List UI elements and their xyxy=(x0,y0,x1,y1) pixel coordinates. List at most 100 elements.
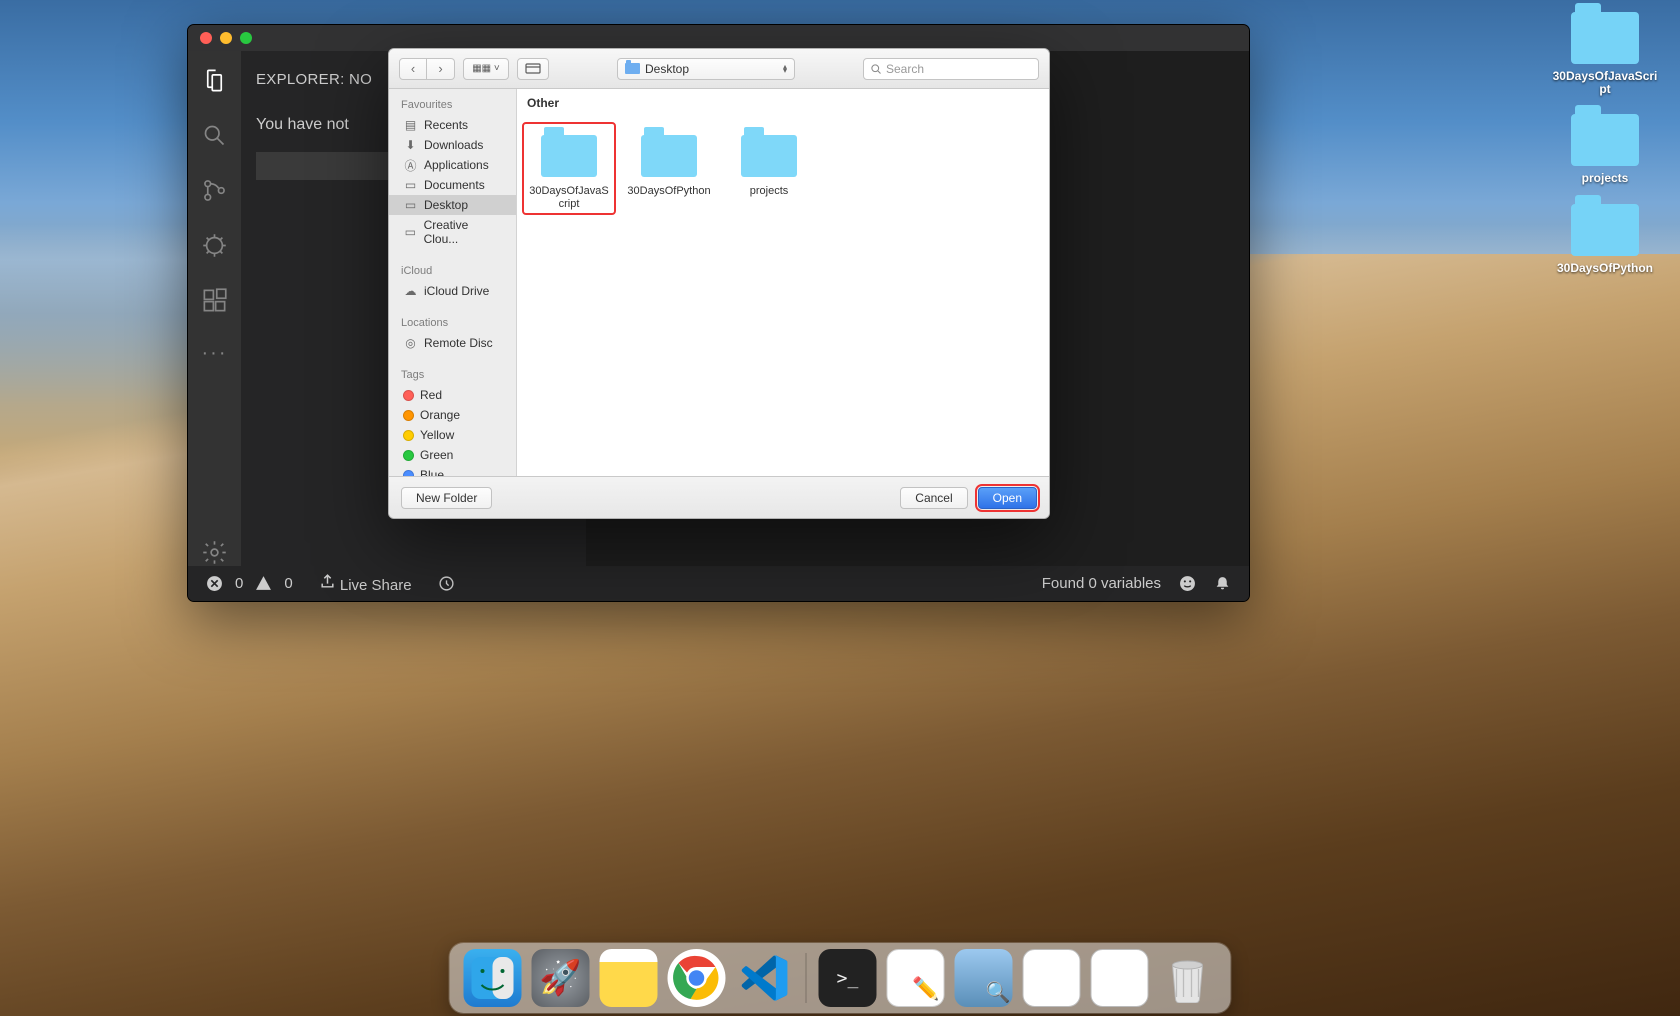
debug-icon[interactable] xyxy=(201,232,228,259)
finder-content: Other 30DaysOfJavaScript 30DaysOfPython … xyxy=(517,89,1049,476)
tag-green[interactable]: Green xyxy=(389,445,516,465)
share-icon xyxy=(319,573,336,590)
tag-blue[interactable]: Blue xyxy=(389,465,516,476)
location-selector[interactable]: Desktop ▴▾ xyxy=(617,58,795,80)
folder-projects[interactable]: projects xyxy=(723,123,815,202)
apps-icon: Ⓐ xyxy=(403,158,418,172)
sidebar-item-documents[interactable]: ▭Documents xyxy=(389,175,516,195)
sidebar-item-icloud-drive[interactable]: ☁iCloud Drive xyxy=(389,281,516,301)
activity-bar: ··· xyxy=(188,51,241,566)
tags-header: Tags xyxy=(389,365,516,385)
extensions-icon[interactable] xyxy=(201,287,228,314)
bell-icon[interactable] xyxy=(1214,575,1231,592)
disc-icon: ◎ xyxy=(403,336,418,350)
live-share-button[interactable]: Live Share xyxy=(319,573,412,594)
tag-dot-icon xyxy=(403,450,414,461)
search-field[interactable]: Search xyxy=(863,58,1039,80)
sidebar-item-applications[interactable]: ⒶApplications xyxy=(389,155,516,175)
source-control-icon[interactable] xyxy=(201,177,228,204)
document-icon: ▭ xyxy=(403,178,418,192)
icloud-header: iCloud xyxy=(389,261,516,281)
dock-textedit-icon[interactable]: ✏️ xyxy=(887,949,945,1007)
cloud-icon: ☁ xyxy=(403,284,418,298)
dock-finder-icon[interactable] xyxy=(464,949,522,1007)
tag-yellow[interactable]: Yellow xyxy=(389,425,516,445)
error-count[interactable]: 0 xyxy=(235,575,243,592)
tag-orange[interactable]: Orange xyxy=(389,405,516,425)
dock: 🚀 >_ ✏️ 🔍 xyxy=(450,943,1231,1013)
location-label: Desktop xyxy=(645,62,689,76)
open-button[interactable]: Open xyxy=(978,487,1037,509)
warning-count[interactable]: 0 xyxy=(284,575,292,592)
sidebar-item-downloads[interactable]: ⬇Downloads xyxy=(389,135,516,155)
feedback-smiley-icon[interactable] xyxy=(1179,575,1196,592)
dock-notes-icon[interactable] xyxy=(600,949,658,1007)
more-actions-icon[interactable]: ··· xyxy=(202,342,228,365)
finder-sidebar: Favourites ▤Recents ⬇Downloads ⒶApplicat… xyxy=(389,89,517,476)
minimize-traffic-light[interactable] xyxy=(220,32,232,44)
sidebar-item-recents[interactable]: ▤Recents xyxy=(389,115,516,135)
updown-icon: ▴▾ xyxy=(783,65,787,73)
tag-dot-icon xyxy=(403,430,414,441)
search-icon xyxy=(870,63,882,75)
dock-divider xyxy=(806,953,807,1003)
dock-preview-icon[interactable]: 🔍 xyxy=(955,949,1013,1007)
desktop-folder-label: projects xyxy=(1582,172,1629,185)
locations-header: Locations xyxy=(389,313,516,333)
desktop-icon: ▭ xyxy=(403,198,418,212)
found-variables[interactable]: Found 0 variables xyxy=(1042,575,1161,592)
folder-icon xyxy=(1571,204,1639,256)
folder-icon xyxy=(641,135,697,177)
desktop-folder[interactable]: 30DaysOfPython xyxy=(1550,204,1660,275)
folder-icon: ▭ xyxy=(403,225,418,239)
folder-icon xyxy=(741,135,797,177)
forward-button[interactable]: › xyxy=(427,58,455,80)
dock-trash-icon[interactable] xyxy=(1159,949,1217,1007)
folder-icon xyxy=(625,63,640,74)
settings-gear-icon[interactable] xyxy=(201,539,228,566)
tag-red[interactable]: Red xyxy=(389,385,516,405)
folder-icon xyxy=(1571,12,1639,64)
desktop-folder-label: 30DaysOfJavaScript xyxy=(1550,70,1660,96)
folder-icon xyxy=(1571,114,1639,166)
sidebar-item-creative-cloud[interactable]: ▭Creative Clou... xyxy=(389,215,516,249)
content-group-header: Other xyxy=(517,89,1049,117)
close-traffic-light[interactable] xyxy=(200,32,212,44)
history-icon[interactable] xyxy=(438,575,455,592)
search-icon[interactable] xyxy=(201,122,228,149)
new-folder-button[interactable]: New Folder xyxy=(401,487,492,509)
finder-footer: New Folder Cancel Open xyxy=(389,476,1049,518)
dock-vscode-icon[interactable] xyxy=(736,949,794,1007)
dock-minimized-window[interactable] xyxy=(1023,949,1081,1007)
cancel-button[interactable]: Cancel xyxy=(900,487,967,509)
sidebar-item-remote-disc[interactable]: ◎Remote Disc xyxy=(389,333,516,353)
folder-30daysofjavascript[interactable]: 30DaysOfJavaScript xyxy=(523,123,615,214)
sidebar-item-desktop[interactable]: ▭Desktop xyxy=(389,195,516,215)
folder-label: projects xyxy=(750,185,789,198)
desktop-folder-label: 30DaysOfPython xyxy=(1557,262,1653,275)
group-button[interactable] xyxy=(517,58,549,80)
desktop-icons: 30DaysOfJavaScript projects 30DaysOfPyth… xyxy=(1550,12,1660,275)
dock-launchpad-icon[interactable]: 🚀 xyxy=(532,949,590,1007)
desktop-folder[interactable]: projects xyxy=(1550,114,1660,185)
folder-label: 30DaysOfJavaScript xyxy=(527,185,611,210)
dock-minimized-window[interactable] xyxy=(1091,949,1149,1007)
finder-open-dialog: ‹ › ▦▦ ˅ Desktop ▴▾ Search Favourites ▤R… xyxy=(388,48,1050,519)
maximize-traffic-light[interactable] xyxy=(240,32,252,44)
error-icon[interactable] xyxy=(206,575,223,592)
finder-toolbar: ‹ › ▦▦ ˅ Desktop ▴▾ Search xyxy=(389,49,1049,89)
dock-terminal-icon[interactable]: >_ xyxy=(819,949,877,1007)
explorer-icon[interactable] xyxy=(201,67,228,94)
folder-icon xyxy=(541,135,597,177)
search-placeholder: Search xyxy=(886,62,924,76)
folder-label: 30DaysOfPython xyxy=(627,185,710,198)
desktop-folder[interactable]: 30DaysOfJavaScript xyxy=(1550,12,1660,96)
dock-chrome-icon[interactable] xyxy=(668,949,726,1007)
folder-30daysofpython[interactable]: 30DaysOfPython xyxy=(623,123,715,202)
download-icon: ⬇ xyxy=(403,138,418,152)
status-bar: 0 0 Live Share Found 0 variables xyxy=(188,566,1249,601)
tag-dot-icon xyxy=(403,390,414,401)
warning-icon[interactable] xyxy=(255,575,272,592)
back-button[interactable]: ‹ xyxy=(399,58,427,80)
view-mode-selector[interactable]: ▦▦ ˅ xyxy=(463,58,509,80)
